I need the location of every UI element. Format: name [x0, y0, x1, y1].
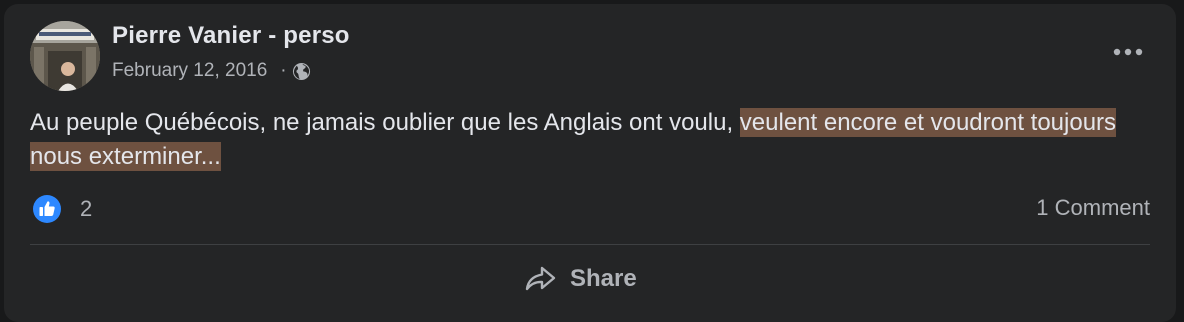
avatar[interactable] — [30, 21, 100, 91]
reaction-count: 2 — [80, 196, 93, 221]
author-name[interactable]: Pierre Vanier - perso — [112, 22, 350, 50]
avatar-photo — [30, 21, 100, 91]
more-options-button[interactable] — [1108, 40, 1148, 64]
meta-separator: · — [280, 60, 287, 81]
post-card: Pierre Vanier - perso February 12, 2016 … — [4, 4, 1176, 322]
like-icon — [33, 195, 61, 223]
post-date[interactable]: February 12, 2016 — [112, 60, 267, 82]
more-dots-icon — [1113, 48, 1143, 56]
post-meta: February 12, 2016 · — [112, 59, 311, 83]
share-arrow-icon — [525, 266, 556, 291]
globe-icon[interactable] — [292, 62, 311, 81]
reactions-summary[interactable]: 2 — [32, 193, 92, 225]
share-label: Share — [570, 265, 637, 292]
divider — [30, 244, 1150, 245]
comment-count-link[interactable]: 1 Comment — [1036, 195, 1150, 221]
post-text: Au peuple Québécois, ne jamais oublier q… — [30, 106, 1160, 174]
share-button[interactable]: Share — [524, 262, 637, 296]
post-text-plain: Au peuple Québécois, ne jamais oublier q… — [30, 109, 740, 136]
